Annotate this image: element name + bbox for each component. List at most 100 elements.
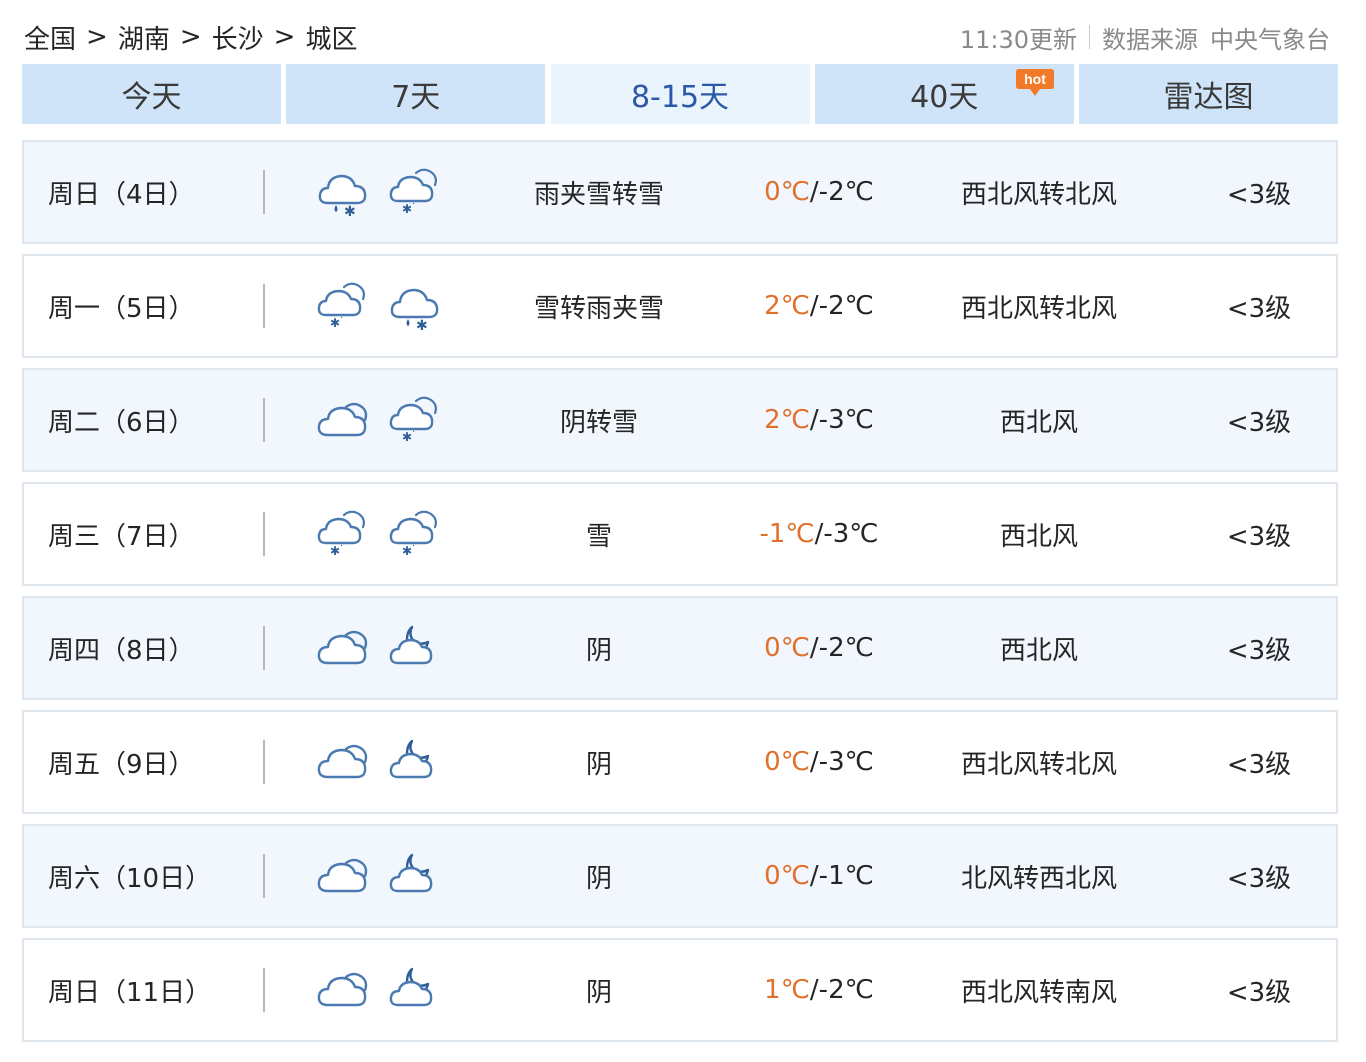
wind-direction: 西北风 [999,407,1078,438]
breadcrumb-district: 城区 [305,24,358,55]
wind-direction: 西北风 [999,635,1078,666]
wind-direction: 西北风转北风 [960,749,1117,780]
high-temp: 0℃ [764,177,810,207]
cloudy-night-icon [389,967,433,1007]
low-temp: /-2℃ [809,975,874,1005]
snow-icon [317,510,366,560]
wind-level: <3级 [1226,179,1292,210]
breadcrumb: 全国 > 湖南 > 长沙 > 城区 [24,19,357,56]
wind-level: <3级 [1226,407,1292,438]
data-source-label: 数据来源 [1102,25,1198,54]
forecast-row: 周六（10日） 阴 0℃/-1℃ 北风转西北风 <3级 [22,824,1338,928]
snow-icon [389,510,438,560]
forecast-row: 周四（8日） 阴 0℃/-2℃ 西北风 <3级 [22,596,1338,700]
overcast-icon [317,744,368,779]
wind-direction: 西北风转北风 [960,293,1117,324]
forecast-day: 周一（5日） [48,293,195,324]
forecast-day: 周二（6日） [48,407,195,438]
high-temp: 2℃ [764,405,810,435]
forecast-row: 周五（9日） 阴 0℃/-3℃ 西北风转北风 <3级 [22,710,1338,814]
top-bar: 全国 > 湖南 > 长沙 > 城区 11:30更新 数据来源 中央气象台 [24,14,1330,60]
tab-label: 7天 [391,80,441,115]
tab-label: 8-15天 [630,80,730,115]
update-divider [1089,25,1090,49]
low-temp: /-3℃ [814,519,879,549]
row-divider [263,740,265,784]
weather-icons [314,256,444,356]
sleet-icon [390,288,439,333]
high-temp: 0℃ [764,747,810,777]
overcast-icon [317,402,368,437]
cloudy-night-icon [389,625,433,665]
forecast-row: 周一（5日） 雪转雨夹雪 2℃/-2℃ 西北风转北风 <3级 [22,254,1338,358]
tab-label: 雷达图 [1163,80,1254,115]
forecast-row: 周日（4日） 雨夹雪转雪 0℃/-2℃ 西北风转北风 <3级 [22,140,1338,244]
tab-40-days[interactable]: 40天 hot [814,64,1074,124]
weather-icons [314,826,444,926]
temperature: 1℃/-2℃ [724,940,914,1040]
low-temp: /-3℃ [809,747,874,777]
wind-direction: 西北风 [999,521,1078,552]
snow-icon [317,282,366,332]
breadcrumb-separator: > [273,22,296,52]
wind-level: <3级 [1226,863,1292,894]
cloudy-night-icon [389,853,433,893]
weather-icons [314,598,444,698]
forecast-row: 周日（11日） 阴 1℃/-2℃ 西北风转南风 <3级 [22,938,1338,1042]
row-divider [263,170,265,214]
low-temp: /-3℃ [809,405,874,435]
tab-label: 今天 [121,80,182,115]
low-temp: /-2℃ [809,177,874,207]
tab-radar[interactable]: 雷达图 [1079,64,1338,124]
breadcrumb-separator: > [86,22,108,52]
low-temp: /-2℃ [809,633,874,663]
wind-direction: 西北风转北风 [960,179,1117,210]
weather-description: 阴 [585,749,612,780]
breadcrumb-city[interactable]: 长沙 [212,19,264,56]
low-temp: /-2℃ [809,291,874,321]
temperature: -1℃/-3℃ [724,484,914,584]
wind-direction: 北风转西北风 [960,863,1117,894]
tab-8-15-days[interactable]: 8-15天 [550,64,810,124]
forecast-list: 周日（4日） 雨夹雪转雪 0℃/-2℃ 西北风转北风 <3级 周一（5日） 雪转雨夹雪 2℃ /… [22,140,1338,1052]
weather-icons [314,940,444,1040]
high-temp: -1℃ [759,519,815,549]
forecast-day: 周四（8日） [48,635,195,666]
temperature: 0℃/-1℃ [724,826,914,926]
row-divider [263,512,265,556]
wind-level: <3级 [1226,749,1292,780]
temperature: 0℃/-2℃ [724,142,914,242]
tab-7-days[interactable]: 7天 [286,64,546,124]
update-time: 11:30更新 [959,25,1077,54]
tab-label: 40天 [910,80,979,115]
breadcrumb-province[interactable]: 湖南 [118,19,170,56]
overcast-icon [317,858,368,893]
forecast-day: 周日（4日） [48,179,195,210]
weather-description: 阴 [585,863,612,894]
high-temp: 0℃ [764,861,810,891]
weather-icons [314,142,444,242]
forecast-day: 周日（11日） [48,977,212,1008]
breadcrumb-separator: > [179,22,202,52]
forecast-day: 周六（10日） [48,863,212,894]
tab-today[interactable]: 今天 [22,64,281,124]
svg-text:hot: hot [1024,71,1046,87]
weather-description: 雪转雨夹雪 [533,293,664,324]
weather-description: 阴转雪 [559,407,638,438]
temperature: 0℃/-3℃ [724,712,914,812]
forecast-row: 周二（6日） 阴转雪 2℃/-3℃ 西北风 <3级 [22,368,1338,472]
forecast-day: 周五（9日） [48,749,195,780]
hot-badge: hot [1015,69,1054,96]
weather-description: 阴 [585,977,612,1008]
weather-description: 阴 [585,635,612,666]
wind-direction: 西北风转南风 [960,977,1117,1008]
weather-description: 雪 [585,521,612,552]
sleet-icon [318,174,367,219]
temperature: 2℃/-3℃ [724,370,914,470]
overcast-icon [317,972,368,1007]
row-divider [263,284,265,328]
breadcrumb-country[interactable]: 全国 [24,19,76,56]
snow-icon [389,168,438,218]
high-temp: 2℃ [764,291,810,321]
high-temp: 0℃ [764,633,810,663]
